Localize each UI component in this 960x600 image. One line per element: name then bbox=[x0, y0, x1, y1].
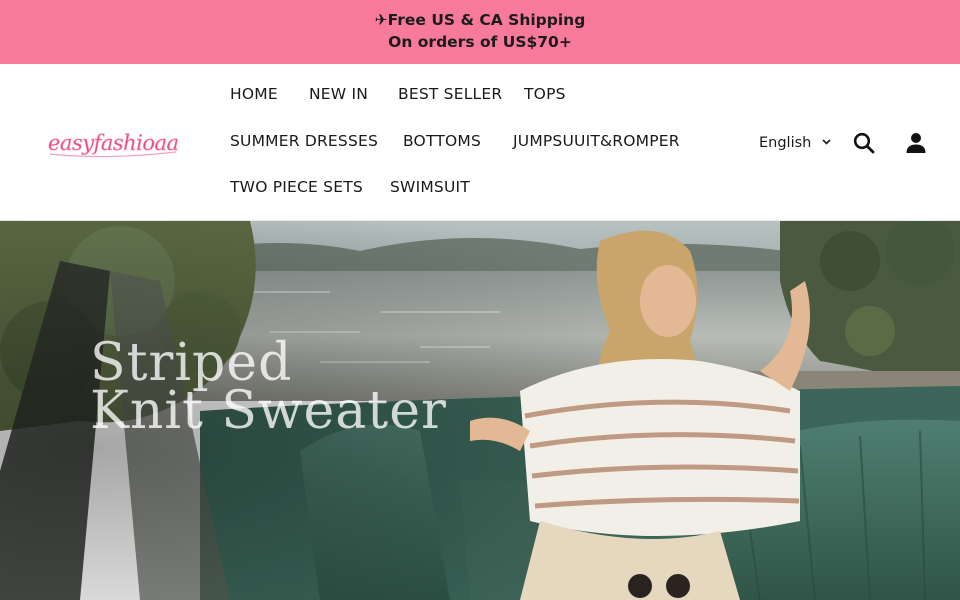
svg-text:easyfashioaa: easyfashioaa bbox=[48, 131, 179, 155]
hero-title-line-1: Striped bbox=[90, 333, 293, 393]
nav-two-piece-sets[interactable]: TWO PIECE SETS bbox=[230, 178, 363, 196]
hero-banner[interactable]: Striped Knit Sweater bbox=[0, 221, 960, 600]
nav-best-seller[interactable]: BEST SELLER bbox=[398, 85, 502, 103]
hero-title-line-2: Knit Sweater bbox=[90, 381, 447, 441]
nav-jumpsuit-romper[interactable]: JUMPSUUIT&ROMPER bbox=[513, 132, 680, 150]
announcement-line-threshold: On orders of US$70+ bbox=[388, 33, 572, 51]
chevron-down-icon bbox=[822, 133, 831, 149]
hero-title: Striped Knit Sweater bbox=[90, 333, 447, 441]
announcement-bar: ✈Free US & CA Shipping On orders of US$7… bbox=[0, 0, 960, 64]
nav-home[interactable]: HOME bbox=[230, 85, 278, 103]
language-selector[interactable]: English bbox=[759, 133, 831, 151]
brand-logo[interactable]: easyfashioaa bbox=[46, 124, 182, 164]
nav-new-in[interactable]: NEW IN bbox=[309, 85, 368, 103]
nav-bottoms[interactable]: BOTTOMS bbox=[403, 132, 481, 150]
language-label: English bbox=[759, 135, 812, 151]
logo-wordmark: easyfashioaa bbox=[48, 131, 179, 158]
announcement-line-shipping: ✈Free US & CA Shipping bbox=[374, 11, 586, 29]
nav-summer-dresses[interactable]: SUMMER DRESSES bbox=[230, 132, 378, 150]
nav-swimsuit[interactable]: SWIMSUIT bbox=[390, 178, 470, 196]
site-header: easyfashioaa HOME NEW IN BEST SELLER TOP… bbox=[0, 64, 960, 221]
user-icon[interactable] bbox=[904, 131, 930, 157]
nav-tops[interactable]: TOPS bbox=[524, 85, 566, 103]
search-icon[interactable] bbox=[852, 131, 878, 157]
